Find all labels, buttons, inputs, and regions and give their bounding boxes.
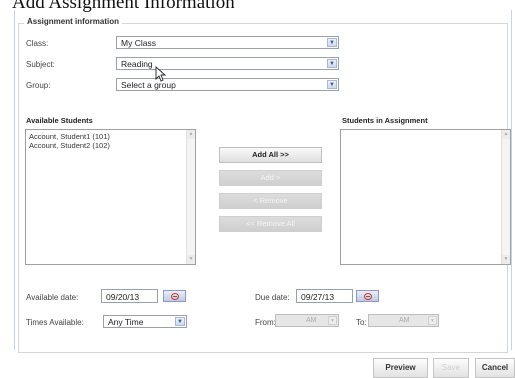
class-select-value: My Class bbox=[121, 38, 156, 48]
from-ampm: AM bbox=[306, 317, 317, 324]
subject-select[interactable]: Reading ▼ bbox=[116, 57, 339, 70]
times-available-label: Times Available: bbox=[26, 318, 84, 327]
cancel-button[interactable]: Cancel bbox=[475, 358, 515, 378]
list-item[interactable]: Account, Student1 (101) bbox=[29, 132, 192, 141]
available-date-calendar-button[interactable] bbox=[163, 290, 186, 302]
class-select[interactable]: My Class ▼ bbox=[116, 36, 339, 49]
scroll-up-icon[interactable]: ▲ bbox=[187, 130, 195, 139]
add-all-button[interactable]: Add All >> bbox=[219, 147, 322, 163]
times-available-value: Any Time bbox=[108, 317, 144, 327]
group-select[interactable]: Select a group ▼ bbox=[116, 78, 339, 91]
subject-select-value: Reading bbox=[121, 59, 153, 69]
due-date-field[interactable]: 09/27/13 bbox=[296, 289, 353, 303]
times-available-select[interactable]: Any Time ▼ bbox=[103, 315, 187, 328]
from-label: From: bbox=[255, 318, 276, 327]
calendar-icon bbox=[171, 293, 179, 300]
subject-label: Subject: bbox=[26, 60, 55, 69]
scroll-down-icon[interactable]: ▼ bbox=[502, 255, 510, 264]
available-students-scrollbar[interactable]: ▲ ▼ bbox=[186, 130, 195, 264]
remove-button[interactable]: < Remove bbox=[219, 193, 322, 209]
scroll-down-icon[interactable]: ▼ bbox=[187, 255, 195, 264]
available-students-heading: Available Students bbox=[26, 116, 93, 125]
chevron-down-icon: ▼ bbox=[327, 38, 337, 47]
fieldset-legend: Assignment information bbox=[24, 17, 123, 26]
chevron-down-icon: ▼ bbox=[428, 316, 437, 325]
preview-button[interactable]: Preview bbox=[373, 358, 428, 378]
remove-all-button[interactable]: << Remove All bbox=[219, 216, 322, 232]
calendar-icon bbox=[364, 293, 372, 300]
chevron-down-icon: ▼ bbox=[327, 59, 337, 68]
due-date-calendar-button[interactable] bbox=[356, 290, 379, 302]
chevron-down-icon: ▼ bbox=[328, 316, 337, 325]
students-in-assignment-heading: Students in Assignment bbox=[342, 116, 428, 125]
students-in-assignment-scrollbar[interactable]: ▲ ▼ bbox=[501, 130, 510, 264]
class-label: Class: bbox=[26, 39, 49, 48]
add-button[interactable]: Add > bbox=[219, 170, 322, 186]
mouse-pointer-icon bbox=[155, 66, 167, 82]
available-date-label: Available date: bbox=[26, 293, 79, 302]
chevron-down-icon: ▼ bbox=[327, 80, 337, 89]
scroll-up-icon[interactable]: ▲ bbox=[502, 130, 510, 139]
chevron-down-icon: ▼ bbox=[175, 317, 185, 326]
available-students-listbox[interactable]: Account, Student1 (101) Account, Student… bbox=[25, 129, 196, 265]
list-item[interactable]: Account, Student2 (102) bbox=[29, 141, 192, 150]
students-in-assignment-listbox[interactable]: ▲ ▼ bbox=[340, 129, 511, 265]
available-date-field[interactable]: 09/20/13 bbox=[101, 289, 158, 303]
group-label: Group: bbox=[26, 81, 51, 90]
to-label: To: bbox=[356, 318, 367, 327]
to-time-select[interactable]: AM ▼ bbox=[368, 314, 439, 327]
save-button[interactable]: Save bbox=[433, 358, 469, 378]
from-time-select[interactable]: AM ▼ bbox=[275, 314, 339, 327]
due-date-label: Due date: bbox=[255, 293, 290, 302]
group-select-value: Select a group bbox=[121, 80, 176, 90]
to-ampm: AM bbox=[399, 317, 410, 324]
